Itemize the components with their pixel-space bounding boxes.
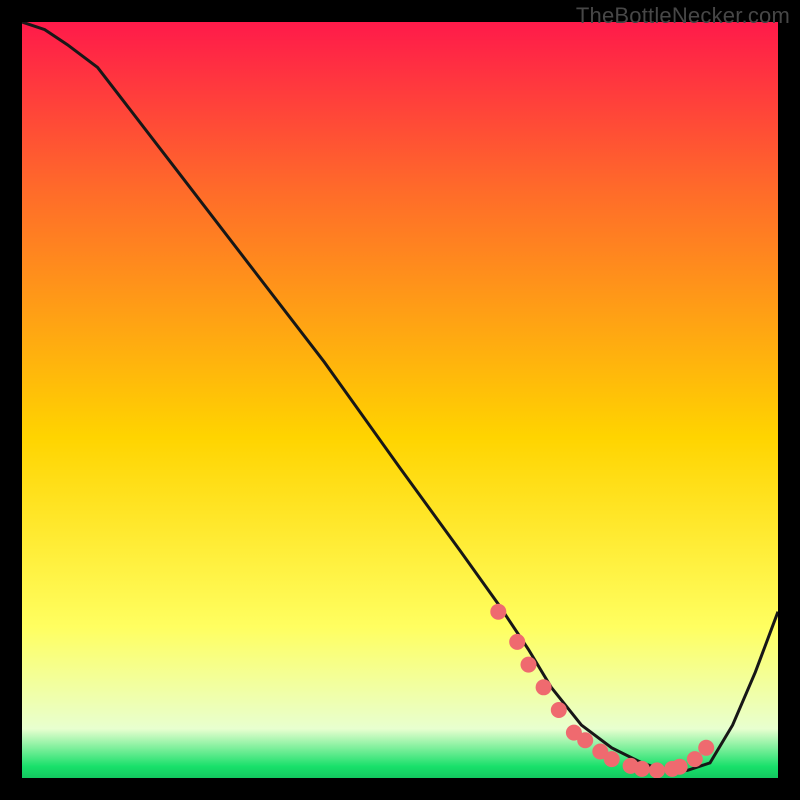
marker-point xyxy=(577,732,593,748)
marker-point xyxy=(649,762,665,778)
marker-point xyxy=(551,702,567,718)
marker-point xyxy=(604,751,620,767)
marker-point xyxy=(509,634,525,650)
plot-area xyxy=(22,22,778,778)
marker-point xyxy=(490,604,506,620)
marker-point xyxy=(536,679,552,695)
marker-point xyxy=(698,740,714,756)
marker-point xyxy=(672,759,688,775)
chart-stage: TheBottleNecker.com xyxy=(0,0,800,800)
bottleneck-curve xyxy=(22,22,778,770)
marker-point xyxy=(521,657,537,673)
marker-point xyxy=(687,751,703,767)
marker-series xyxy=(490,604,714,778)
chart-overlay xyxy=(22,22,778,778)
attribution-text: TheBottleNecker.com xyxy=(576,3,790,29)
marker-point xyxy=(634,761,650,777)
